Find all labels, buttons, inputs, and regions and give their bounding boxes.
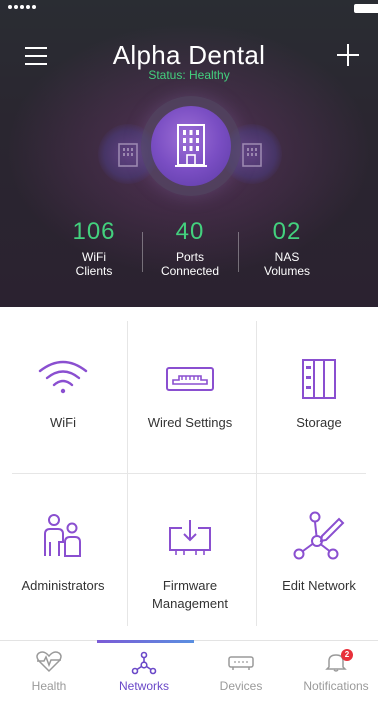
firmware-download-icon: [127, 518, 253, 558]
tile-edit-network[interactable]: Edit Network: [256, 474, 378, 640]
stat-value: 106: [72, 218, 116, 245]
network-header: Alpha Dental Status: Healthy 106 WiFi Cl…: [0, 0, 378, 307]
notification-badge: 2: [341, 649, 353, 661]
tile-label-line1: Firmware: [162, 578, 218, 593]
stat-nas-volumes[interactable]: 02 NAS Volumes: [237, 218, 337, 278]
stat-label: Ports Connected: [140, 250, 240, 278]
tile-label: Storage: [296, 415, 342, 430]
tile-label: Wired Settings: [147, 415, 233, 430]
storage-icon: [256, 357, 378, 401]
network-title: Alpha Dental: [112, 40, 266, 70]
signal-strength-icon: [8, 5, 36, 9]
tab-label: Health: [31, 679, 67, 693]
tile-storage[interactable]: Storage: [256, 307, 378, 473]
stat-label-line2: Clients: [75, 264, 113, 278]
network-status: Status: Healthy: [148, 68, 230, 82]
stat-label-line1: WiFi: [82, 250, 106, 264]
stat-value: 40: [175, 218, 205, 245]
status-bar: [0, 0, 378, 26]
stat-label: WiFi Clients: [44, 250, 144, 278]
stat-label-line1: NAS: [274, 250, 300, 264]
bottom-tab-bar: Health Networks Devices 2 Notifications: [0, 640, 378, 702]
tab-label: Devices: [219, 679, 263, 693]
stat-value: 02: [272, 218, 302, 245]
building-icon[interactable]: [151, 106, 231, 186]
stat-wifi-clients[interactable]: 106 WiFi Clients: [44, 218, 144, 278]
settings-grid: WiFi Wired Settings Storage Administrato…: [0, 307, 378, 640]
stat-ports-connected[interactable]: 40 Ports Connected: [140, 218, 240, 278]
tile-label: Firmware Management: [127, 577, 253, 613]
ethernet-port-icon: [127, 365, 253, 395]
tile-wired-settings[interactable]: Wired Settings: [127, 307, 253, 473]
tile-firmware-management[interactable]: Firmware Management: [127, 474, 253, 640]
device-icon: [194, 655, 288, 671]
tab-devices[interactable]: Devices: [194, 641, 288, 702]
tab-label: Networks: [118, 679, 169, 693]
tile-label-line2: Management: [152, 596, 228, 611]
battery-icon: [354, 4, 378, 13]
stat-label-line2: Volumes: [263, 264, 311, 278]
wifi-icon: [0, 359, 126, 395]
stat-label-line1: Ports: [175, 250, 204, 264]
tab-notifications[interactable]: 2 Notifications: [289, 641, 378, 702]
tab-health[interactable]: Health: [2, 641, 96, 702]
stat-label-line2: Connected: [160, 264, 220, 278]
tile-label: Administrators: [21, 578, 105, 593]
bell-icon: [289, 651, 378, 673]
tile-administrators[interactable]: Administrators: [0, 474, 126, 640]
tab-label: Notifications: [303, 679, 369, 693]
tile-wifi[interactable]: WiFi: [0, 307, 126, 473]
tile-label: Edit Network: [282, 578, 356, 593]
network-topology-icon: [97, 651, 191, 675]
administrators-icon: [0, 512, 126, 560]
tile-label: WiFi: [50, 415, 76, 430]
stat-label: NAS Volumes: [237, 250, 337, 278]
heartbeat-icon: [2, 651, 96, 673]
tab-networks[interactable]: Networks: [97, 641, 191, 702]
edit-network-icon: [256, 510, 378, 562]
